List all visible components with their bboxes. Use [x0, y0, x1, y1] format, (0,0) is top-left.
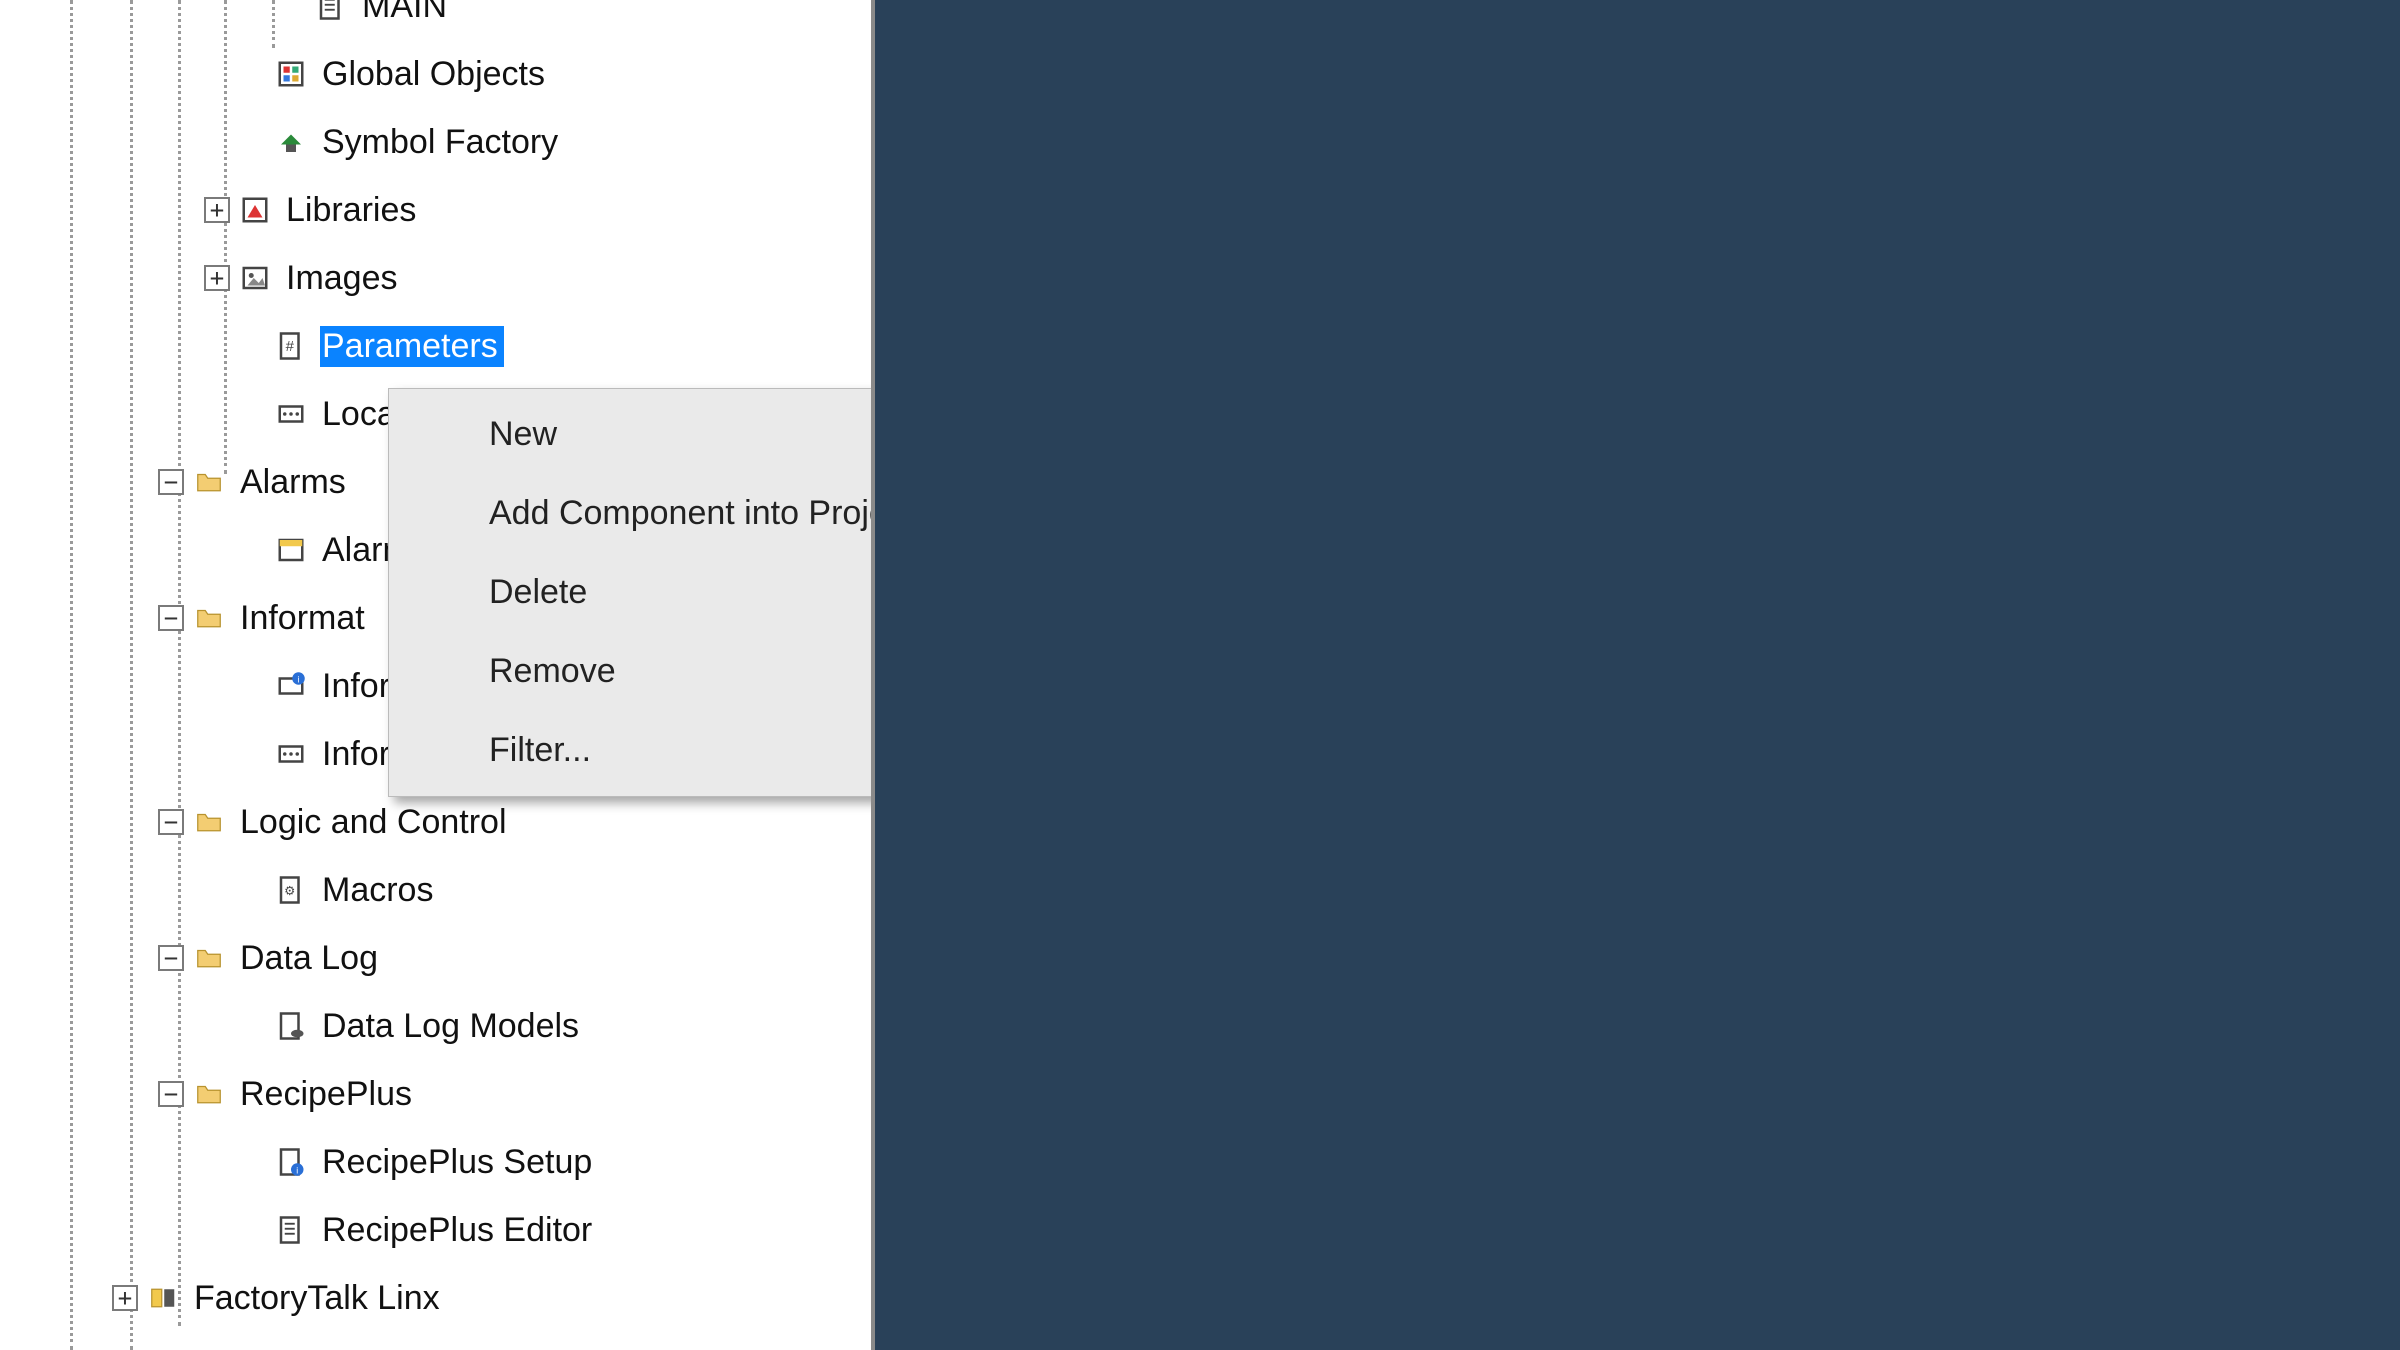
menu-item-filter[interactable]: Filter...: [389, 711, 875, 790]
info-messages-icon: [276, 739, 306, 769]
tree-label: Alarms: [238, 462, 352, 503]
tree-item-recipeplus-editor[interactable]: RecipePlus Editor: [0, 1196, 871, 1264]
tree-label: MAIN: [360, 0, 453, 27]
alarm-setup-icon: [276, 535, 306, 565]
local-messages-icon: [276, 399, 306, 429]
tree-item-libraries[interactable]: + Libraries: [0, 176, 871, 244]
tree-item-images[interactable]: + Images: [0, 244, 871, 312]
tree-item-factorytalk-linx[interactable]: + FactoryTalk Linx: [0, 1264, 871, 1332]
context-menu: New Add Component into Project... Delete…: [388, 388, 875, 797]
tree-label: RecipePlus Editor: [320, 1210, 598, 1251]
content-area: [875, 0, 2400, 1350]
folder-icon: [194, 1079, 224, 1109]
tree-item-datalog[interactable]: − Data Log: [0, 924, 871, 992]
tree-item-global-objects[interactable]: Global Objects: [0, 40, 871, 108]
libraries-icon: [240, 195, 270, 225]
tree-label: Data Log: [238, 938, 384, 979]
svg-text:#: #: [286, 338, 295, 355]
menu-item-new[interactable]: New: [389, 395, 875, 474]
expander-minus[interactable]: −: [158, 605, 184, 631]
info-setup-icon: i: [276, 671, 306, 701]
tree-label: Informat: [238, 598, 371, 639]
menu-item-add-component[interactable]: Add Component into Project...: [389, 474, 875, 553]
tree-item-datalog-models[interactable]: Data Log Models: [0, 992, 871, 1060]
tree-label: RecipePlus: [238, 1074, 418, 1115]
tree-item-main[interactable]: MAIN: [0, 0, 871, 40]
tree-label: RecipePlus Setup: [320, 1142, 598, 1183]
recipe-editor-icon: [276, 1215, 306, 1245]
tree-item-macros[interactable]: ⚙ Macros: [0, 856, 871, 924]
tree-item-parameters[interactable]: # Parameters: [0, 312, 871, 380]
tree-item-recipeplus-setup[interactable]: i RecipePlus Setup: [0, 1128, 871, 1196]
folder-icon: [194, 467, 224, 497]
expander-minus[interactable]: −: [158, 1081, 184, 1107]
expander-minus[interactable]: −: [158, 945, 184, 971]
svg-text:i: i: [296, 1165, 298, 1175]
svg-text:⚙: ⚙: [284, 884, 295, 898]
tree-label-selected: Parameters: [320, 326, 504, 367]
symbol-factory-icon: [276, 127, 306, 157]
tree-label: Symbol Factory: [320, 122, 564, 163]
global-objects-icon: [276, 59, 306, 89]
expander-minus[interactable]: −: [158, 469, 184, 495]
tree-label: Libraries: [284, 190, 422, 231]
expander-minus[interactable]: −: [158, 809, 184, 835]
tree-label: Images: [284, 258, 404, 299]
folder-icon: [194, 943, 224, 973]
images-icon: [240, 263, 270, 293]
datalog-models-icon: [276, 1011, 306, 1041]
expander-plus[interactable]: +: [204, 197, 230, 223]
svg-text:i: i: [298, 674, 300, 684]
expander-plus[interactable]: +: [112, 1285, 138, 1311]
factorytalk-linx-icon: [148, 1283, 178, 1313]
macros-icon: ⚙: [276, 875, 306, 905]
project-tree-panel: MAIN Global Objects Symbol Factory + Lib…: [0, 0, 875, 1350]
tree-label: FactoryTalk Linx: [192, 1278, 446, 1319]
tree-label: Data Log Models: [320, 1006, 585, 1047]
tree-item-recipeplus[interactable]: − RecipePlus: [0, 1060, 871, 1128]
recipe-setup-icon: i: [276, 1147, 306, 1177]
menu-item-delete[interactable]: Delete: [389, 553, 875, 632]
tree-label: Logic and Control: [238, 802, 513, 843]
folder-icon: [194, 603, 224, 633]
tree-item-logic[interactable]: − Logic and Control: [0, 788, 871, 856]
folder-icon: [194, 807, 224, 837]
parameters-icon: #: [276, 331, 306, 361]
expander-plus[interactable]: +: [204, 265, 230, 291]
menu-item-remove[interactable]: Remove: [389, 632, 875, 711]
document-icon: [316, 0, 346, 21]
tree-item-symbol-factory[interactable]: Symbol Factory: [0, 108, 871, 176]
tree-label: Macros: [320, 870, 439, 911]
tree-label: Global Objects: [320, 54, 551, 95]
tree-label: Infor: [320, 734, 396, 775]
